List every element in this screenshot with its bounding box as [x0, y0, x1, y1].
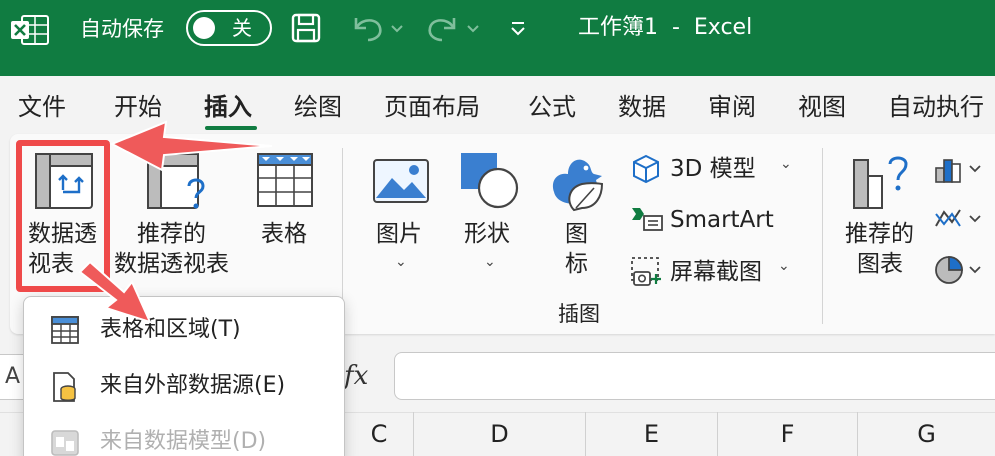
menu-item-label: 来自外部数据源(E) [100, 373, 286, 398]
excel-icon[interactable] [10, 14, 50, 46]
pie-chart-icon[interactable] [934, 254, 982, 286]
chevron-down-icon: ⌄ [778, 258, 790, 274]
tab-view[interactable]: 视图 [798, 92, 846, 122]
active-tab-indicator [205, 126, 257, 130]
formula-input[interactable] [394, 352, 995, 400]
autosave-state: 关 [232, 16, 252, 40]
line-chart-icon[interactable] [934, 204, 982, 234]
tab-home[interactable]: 开始 [114, 92, 162, 122]
recommended-pivot-label-line1: 推荐的 [137, 221, 206, 247]
smartart-icon [632, 208, 663, 231]
toggle-knob [193, 17, 215, 39]
icons-icon [552, 159, 604, 212]
recommended-pivot-label-line2: 数据透视表 [114, 251, 229, 277]
external-data-icon [53, 372, 76, 402]
chevron-down-icon: ⌄ [780, 156, 792, 172]
column-header-d[interactable]: D [413, 412, 585, 456]
tab-formulas[interactable]: 公式 [528, 92, 576, 122]
menu-item-from-table-range[interactable]: 表格和区域(T) [24, 303, 344, 359]
autosave-label: 自动保存 [80, 17, 164, 41]
recommended-charts-label-line2: 图表 [857, 251, 903, 277]
data-model-icon [51, 430, 79, 456]
3d-model-label: 3D 模型 [670, 156, 756, 182]
tab-review[interactable]: 审阅 [708, 92, 756, 122]
picture-label: 图片 [376, 221, 422, 247]
column-header-c[interactable]: C [345, 412, 413, 456]
tab-insert[interactable]: 插入 [204, 92, 252, 122]
group-separator [822, 148, 823, 324]
picture-icon [373, 159, 429, 203]
save-icon[interactable] [290, 12, 322, 44]
menu-item-label: 表格和区域(T) [100, 317, 241, 342]
ribbon-tabs: 文件 开始 插入 绘图 页面布局 公式 数据 审阅 视图 自动执行 [0, 76, 995, 134]
recommended-charts-icon [853, 156, 908, 209]
screenshot-icon [631, 257, 661, 286]
icons-label-line2: 标 [565, 251, 588, 277]
screenshot-label: 屏幕截图 [670, 259, 762, 285]
title-bar: 自动保存 关 工作簿1 - Excel [0, 0, 995, 76]
menu-item-label: 来自数据模型(D) [100, 429, 267, 454]
undo-icon[interactable] [348, 12, 408, 44]
shapes-label: 形状 [464, 221, 510, 247]
column-header-g[interactable]: G [857, 412, 995, 456]
table-range-icon [51, 316, 79, 344]
icons-label-line1: 图 [565, 221, 588, 247]
menu-item-from-external-source[interactable]: 来自外部数据源(E) [24, 359, 344, 415]
column-header-e[interactable]: E [585, 412, 717, 456]
recommended-pivot-icon [147, 153, 205, 209]
chevron-down-icon: ⌄ [484, 254, 496, 270]
cube-icon [633, 154, 659, 184]
tab-file[interactable]: 文件 [18, 92, 66, 122]
smartart-label: SmartArt [670, 207, 774, 233]
autosave-toggle[interactable]: 关 [186, 10, 272, 46]
customize-quick-access-icon[interactable] [508, 12, 528, 44]
document-title: 工作簿1 - Excel [578, 15, 753, 40]
recommended-charts-label-line1: 推荐的 [845, 221, 914, 247]
tab-draw[interactable]: 绘图 [294, 92, 342, 122]
column-chart-icon[interactable] [934, 154, 982, 184]
shapes-icon [461, 153, 519, 209]
tab-data[interactable]: 数据 [618, 92, 666, 122]
tab-automate[interactable]: 自动执行 [888, 92, 984, 122]
table-label: 表格 [261, 221, 307, 247]
column-header-f[interactable]: F [717, 412, 857, 456]
illustrations-group-label: 插图 [558, 302, 600, 326]
tab-page-layout[interactable]: 页面布局 [384, 92, 480, 122]
chevron-down-icon: ⌄ [395, 254, 407, 270]
redo-icon[interactable] [424, 12, 484, 44]
menu-item-from-data-model[interactable]: 来自数据模型(D) [24, 415, 344, 456]
table-icon [257, 153, 313, 207]
insert-function-button[interactable]: fx [344, 356, 368, 396]
pivot-table-dropdown: 表格和区域(T) 来自外部数据源(E) 来自数据模型(D) [23, 296, 345, 456]
pivot-table-highlight-box [16, 140, 110, 292]
